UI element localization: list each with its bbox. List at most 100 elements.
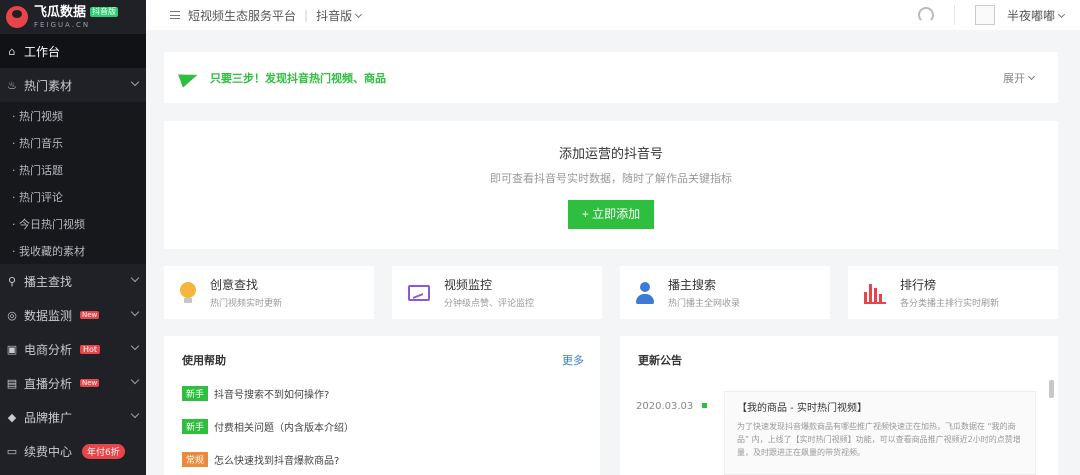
- feature-subtitle: 各分类播主排行实时刷新: [900, 299, 1000, 309]
- fire-icon: ♨: [7, 78, 17, 92]
- logo-title: 飞瓜数据: [34, 4, 87, 20]
- logo-icon: [6, 6, 28, 28]
- lightbulb-icon: [180, 281, 196, 304]
- menu-icon[interactable]: [170, 11, 180, 19]
- help-item[interactable]: 常规 怎么快速找到抖音爆款商品?: [182, 452, 582, 467]
- chevron-down-icon: [130, 375, 140, 385]
- headset-icon[interactable]: [917, 7, 934, 23]
- notice-item[interactable]: 【我的商品 - 实时热门视频】 为了快速发现抖音爆款商品有哪些推广视频快速正在加…: [724, 391, 1036, 475]
- notice-date: 2020.03.03: [636, 401, 694, 412]
- feature-title: 创意查找: [210, 278, 259, 292]
- sidebar-subitem-hot-videos[interactable]: · 热门视频: [0, 102, 146, 129]
- sidebar-item-data-monitor[interactable]: ◎ 数据监测 New: [0, 298, 146, 332]
- expand-label: 展开: [1003, 72, 1025, 85]
- sidebar-item-ecommerce[interactable]: ▣ 电商分析 Hot: [0, 332, 146, 366]
- help-item[interactable]: 新手 付费相关问题（内含版本介绍）: [182, 419, 582, 434]
- wallet-icon: ▭: [6, 444, 18, 458]
- more-link[interactable]: 更多: [562, 352, 584, 368]
- sidebar-item-label: 电商分析: [24, 342, 73, 357]
- help-item-text: 付费相关问题（内含版本介绍）: [214, 423, 355, 434]
- header-separator: |: [304, 8, 309, 22]
- search-icon: ⚲: [7, 274, 17, 288]
- bar-chart-icon: [864, 282, 886, 304]
- feature-title: 排行榜: [900, 278, 937, 292]
- sidebar-item-label: 播主查找: [24, 274, 73, 289]
- user-icon: [636, 281, 654, 304]
- feature-ranking[interactable]: 排行榜 各分类播主排行实时刷新: [848, 266, 1058, 319]
- feature-title: 播主搜索: [668, 278, 717, 292]
- logo-sub: FEIGUA.CN: [34, 20, 91, 29]
- platform-title: 短视频生态服务平台: [188, 8, 297, 23]
- notice-panel: 更新公告 2020.03.03 【我的商品 - 实时热门视频】 为了快速发现抖音…: [620, 336, 1058, 475]
- chevron-down-icon: [130, 307, 140, 317]
- feature-streamer-search[interactable]: 播主搜索 热门播主全网收录: [620, 266, 830, 319]
- timeline-dot: [702, 403, 707, 408]
- sidebar-item-renewal[interactable]: ▭ 续费中心 年付6折: [0, 434, 146, 468]
- top-header: 短视频生态服务平台 | 抖音版 半夜嘟嘟: [146, 0, 1080, 30]
- sidebar-item-label: 直播分析: [24, 376, 73, 391]
- monitor-icon: ◎: [7, 308, 17, 322]
- guide-banner: 只要三步！发现抖音热门视频、商品 展开: [164, 52, 1058, 103]
- chevron-down-icon: [1027, 72, 1036, 81]
- expand-button[interactable]: 展开: [1003, 70, 1036, 86]
- help-panel: 使用帮助 更多 新手 抖音号搜索不到如何操作? 新手 付费相关问题（内含版本介绍…: [164, 336, 600, 475]
- sidebar-subitem-my-favorites[interactable]: · 我收藏的素材: [0, 237, 146, 264]
- version-label: 抖音版: [316, 8, 353, 23]
- logo[interactable]: 飞瓜数据 抖音版 FEIGUA.CN: [0, 0, 146, 34]
- paper-plane-icon: [180, 71, 198, 85]
- notice-item-text: 为了快速发现抖音爆款商品有哪些推广视频快速正在加热，飞瓜数据在 “我的商品” 内…: [737, 422, 1021, 457]
- username: 半夜嘟嘟: [1006, 8, 1055, 23]
- beginner-badge: 新手: [182, 419, 209, 434]
- help-title: 使用帮助: [182, 354, 226, 367]
- logo-badge: 抖音版: [90, 7, 119, 17]
- sidebar-subitem-hot-topics[interactable]: · 热门话题: [0, 156, 146, 183]
- add-account-title: 添加运营的抖音号: [558, 147, 663, 162]
- cart-icon: ▣: [6, 342, 18, 356]
- feature-title: 视频监控: [444, 278, 493, 292]
- feature-subtitle: 分钟级点赞、评论监控: [444, 299, 535, 309]
- sidebar-subitem-hot-comments[interactable]: · 热门评论: [0, 183, 146, 210]
- promo-badge: 年付6折: [82, 443, 125, 459]
- header-divider: [953, 5, 955, 25]
- version-dropdown[interactable]: 抖音版: [316, 7, 363, 24]
- user-menu[interactable]: 半夜嘟嘟: [1006, 7, 1066, 24]
- sidebar-item-label: 工作台: [24, 44, 61, 59]
- help-item-text: 怎么快速找到抖音爆款商品?: [214, 456, 340, 467]
- notice-item-title: 【我的商品 - 实时热门视频】: [737, 403, 867, 414]
- sidebar-item-label: 续费中心: [24, 444, 73, 459]
- sidebar-item-streamer-search[interactable]: ⚲ 播主查找: [0, 264, 146, 298]
- chevron-down-icon: [130, 341, 140, 351]
- chevron-down-icon: [130, 409, 140, 419]
- chevron-down-icon: [355, 10, 363, 18]
- sidebar-item-label: 品牌推广: [24, 410, 73, 425]
- feature-subtitle: 热门视频实时更新: [210, 299, 283, 309]
- general-badge: 常规: [182, 452, 209, 467]
- sidebar-item-live-analysis[interactable]: ▤ 直播分析 New: [0, 366, 146, 400]
- chevron-down-icon: [1057, 10, 1066, 18]
- sidebar-subitem-today-hot-videos[interactable]: · 今日热门视频: [0, 210, 146, 237]
- help-item[interactable]: 新手 抖音号搜索不到如何操作?: [182, 386, 582, 401]
- scrollbar[interactable]: [1049, 380, 1054, 398]
- feature-video-monitor[interactable]: 视频监控 分钟级点赞、评论监控: [392, 266, 602, 319]
- sidebar-item-label: 热门素材: [24, 78, 73, 93]
- sidebar-item-brand-promo[interactable]: ◆ 品牌推广: [0, 400, 146, 434]
- new-badge: New: [80, 311, 100, 319]
- chevron-down-icon: [130, 77, 140, 87]
- notice-title: 更新公告: [638, 354, 682, 367]
- sidebar-item-workbench[interactable]: ⌂ 工作台: [0, 34, 146, 68]
- sidebar-item-hot-materials[interactable]: ♨ 热门素材: [0, 68, 146, 102]
- sidebar-item-label: 数据监测: [24, 308, 73, 323]
- new-badge: New: [80, 379, 100, 387]
- feature-creative-search[interactable]: 创意查找 热门视频实时更新: [164, 266, 374, 319]
- hot-badge: Hot: [80, 344, 101, 354]
- sidebar: 飞瓜数据 抖音版 FEIGUA.CN ⌂ 工作台 ♨ 热门素材 · 热门视频 ·…: [0, 0, 146, 475]
- banner-text: 只要三步！发现抖音热门视频、商品: [210, 71, 386, 85]
- feature-subtitle: 热门播主全网收录: [668, 299, 741, 309]
- add-now-button[interactable]: + 立即添加: [568, 200, 654, 229]
- hot-materials-submenu: · 热门视频 · 热门音乐 · 热门话题 · 热门评论 · 今日热门视频 · 我…: [0, 102, 146, 264]
- live-icon: ▤: [6, 376, 18, 390]
- chevron-down-icon: [130, 273, 140, 283]
- sidebar-subitem-hot-music[interactable]: · 热门音乐: [0, 129, 146, 156]
- avatar[interactable]: [974, 5, 995, 25]
- beginner-badge: 新手: [182, 386, 209, 401]
